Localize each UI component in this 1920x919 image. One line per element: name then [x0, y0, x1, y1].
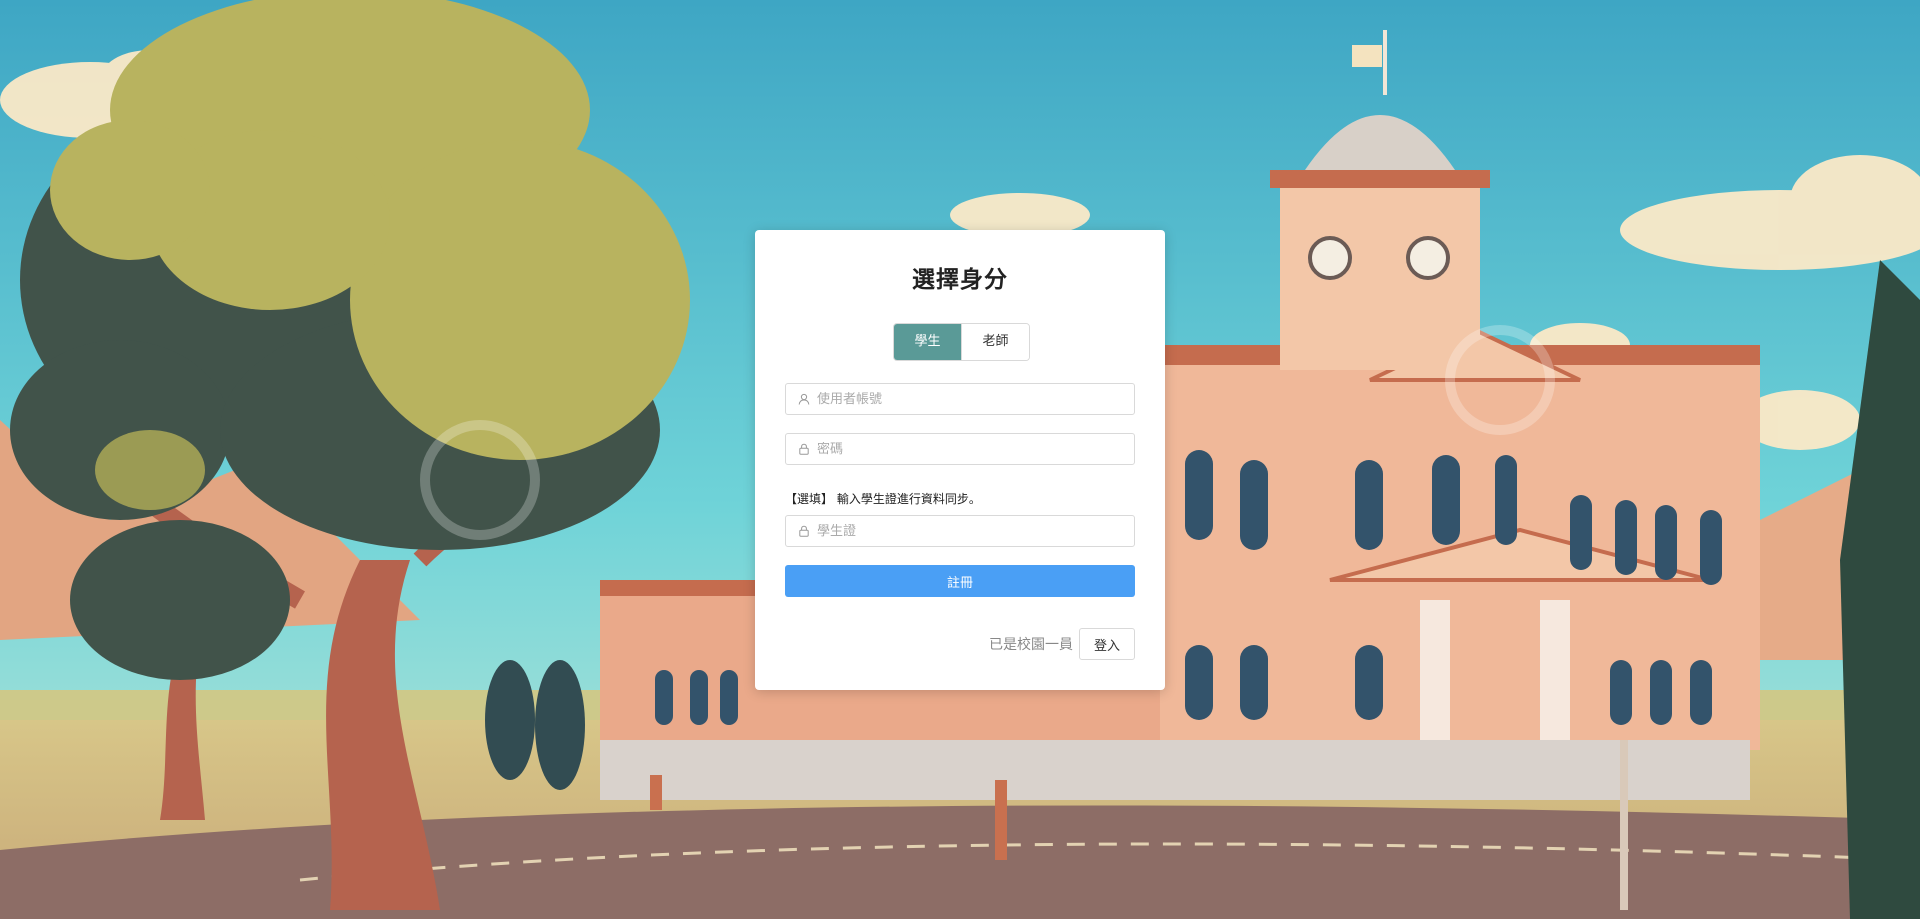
role-selector: 學生 老師	[893, 323, 1030, 361]
student-id-field-wrapper	[785, 515, 1135, 547]
login-footer: 已是校園一員 登入	[989, 628, 1135, 660]
login-button[interactable]: 登入	[1078, 628, 1135, 660]
user-icon	[797, 392, 811, 406]
username-input[interactable]	[817, 391, 1127, 407]
student-id-note: 【選填】 輸入學生證進行資料同步。	[785, 492, 981, 506]
role-teacher-button[interactable]: 老師	[961, 324, 1029, 360]
username-field-wrapper	[785, 383, 1135, 415]
student-id-input[interactable]	[817, 523, 1127, 539]
role-student-button[interactable]: 學生	[894, 324, 961, 360]
lock-icon	[797, 442, 811, 456]
password-field-wrapper	[785, 433, 1135, 465]
register-button[interactable]: 註冊	[785, 565, 1135, 597]
lock-icon	[797, 524, 811, 538]
identity-register-card: 選擇身分 學生 老師 【選填】 輸入學生證進行資料同步。	[755, 230, 1165, 690]
page-title: 選擇身分	[912, 267, 1008, 293]
login-hint: 已是校園一員	[988, 637, 1073, 653]
password-input[interactable]	[817, 441, 1127, 457]
